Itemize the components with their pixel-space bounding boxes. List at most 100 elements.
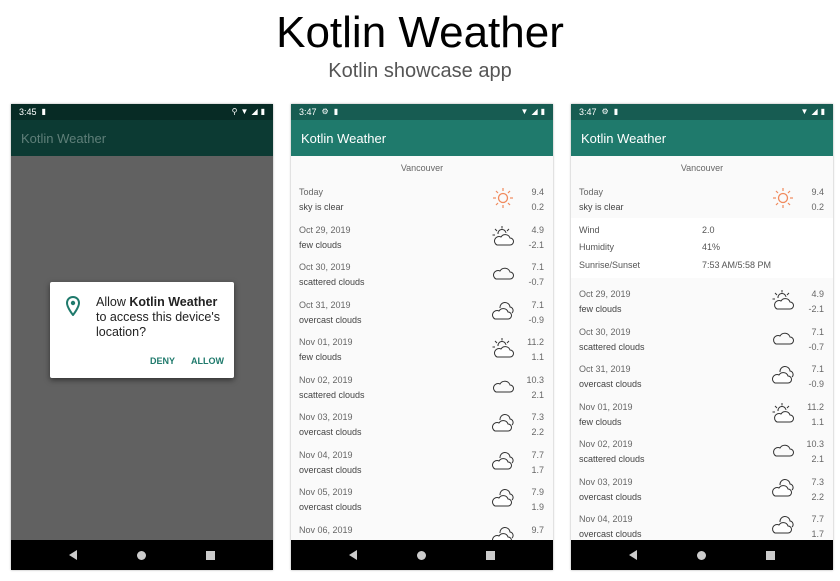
status-bar: 3:47 ⚙ ▮ ▼ ◢ ▮ bbox=[291, 104, 553, 120]
forecast-row[interactable]: Oct 29, 2019 few clouds 4.9 -2.1 bbox=[291, 218, 553, 256]
app-title: Kotlin Weather bbox=[301, 130, 387, 146]
row-min-temp: 2.1 bbox=[811, 454, 824, 464]
row-description: overcast clouds bbox=[579, 379, 642, 389]
row-min-temp: 2.1 bbox=[531, 389, 544, 400]
forecast-row-today[interactable]: Today sky is clear 9.4 0.2 bbox=[571, 180, 833, 218]
back-icon[interactable] bbox=[349, 550, 357, 560]
battery-icon: ▮ bbox=[260, 107, 265, 116]
location-icon: ⚲ bbox=[231, 107, 238, 116]
row-max-temp: 10.3 bbox=[526, 374, 544, 385]
forecast-row[interactable]: Oct 31, 2019 overcast clouds 7.1 -0.9 bbox=[291, 293, 553, 331]
sun-cloud-icon bbox=[491, 337, 515, 359]
deny-button[interactable]: DENY bbox=[150, 356, 175, 366]
status-time: 3:45 bbox=[19, 107, 37, 117]
row-description: scattered clouds bbox=[579, 454, 645, 464]
forecast-row[interactable]: Nov 03, 2019 overcast clouds 7.3 2.2 bbox=[291, 405, 553, 443]
forecast-row[interactable]: Nov 05, 2019 overcast clouds 7.9 1.9 bbox=[291, 480, 553, 518]
sun-cloud-icon bbox=[771, 402, 795, 424]
row-description: scattered clouds bbox=[299, 277, 365, 287]
forecast-row[interactable]: Oct 30, 2019 scattered clouds 7.1 -0.7 bbox=[291, 255, 553, 293]
forecast-row[interactable]: Nov 04, 2019 overcast clouds 7.7 1.7 bbox=[291, 443, 553, 481]
forecast-row[interactable]: Nov 02, 2019 scattered clouds 10.3 2.1 bbox=[571, 432, 833, 470]
row-min-temp: 1.7 bbox=[531, 464, 544, 475]
forecast-row[interactable]: Oct 29, 2019 few clouds 4.9 -2.1 bbox=[571, 282, 833, 320]
allow-button[interactable]: ALLOW bbox=[191, 356, 224, 366]
row-date: Today bbox=[299, 187, 324, 197]
row-max-temp: 7.1 bbox=[531, 262, 544, 272]
row-description: scattered clouds bbox=[579, 341, 645, 352]
row-max-temp: 7.7 bbox=[531, 449, 544, 460]
row-description: overcast clouds bbox=[299, 427, 362, 437]
row-min-temp: -0.9 bbox=[808, 379, 824, 389]
recents-icon[interactable] bbox=[766, 550, 775, 560]
detail-value: 41% bbox=[702, 242, 721, 252]
row-date: Nov 04, 2019 bbox=[579, 514, 633, 524]
row-max-temp: 7.9 bbox=[531, 487, 544, 497]
row-date: Oct 31, 2019 bbox=[579, 364, 631, 374]
overcast-icon bbox=[771, 477, 795, 499]
row-description: few clouds bbox=[579, 304, 622, 314]
forecast-list[interactable]: Vancouver Today sky is clear 9.4 0.2 Oct 29,… bbox=[291, 156, 553, 540]
row-min-temp: 2.2 bbox=[531, 427, 544, 437]
forecast-row[interactable]: Oct 30, 2019 scattered clouds 7.1 -0.7 bbox=[571, 320, 833, 358]
home-icon[interactable] bbox=[417, 550, 426, 560]
row-description: scattered clouds bbox=[299, 389, 365, 400]
forecast-row[interactable]: Nov 01, 2019 few clouds 11.2 1.1 bbox=[291, 330, 553, 368]
detail-row: Wind 2.0 bbox=[571, 222, 833, 240]
nav-bar bbox=[11, 540, 273, 570]
nav-bar bbox=[571, 540, 833, 570]
row-description: overcast clouds bbox=[299, 314, 362, 325]
forecast-row[interactable]: Nov 02, 2019 scattered clouds 10.3 2.1 bbox=[291, 368, 553, 406]
detail-label: Sunrise/Sunset bbox=[579, 259, 641, 270]
dialog-app-name: Kotlin Weather bbox=[129, 295, 218, 309]
phone-permission: 3:45 ▮ ⚲ ▼ ◢ ▮ Kotlin Weather Allow Kotl… bbox=[11, 104, 273, 570]
row-description: few clouds bbox=[299, 239, 342, 250]
sun-cloud-icon bbox=[491, 225, 515, 247]
status-bar: 3:45 ▮ ⚲ ▼ ◢ ▮ bbox=[11, 104, 273, 120]
row-min-temp: 2.2 bbox=[811, 491, 824, 502]
phone-details: 3:47 ⚙ ▮ ▼ ◢ ▮ Kotlin Weather Vancouver … bbox=[571, 104, 833, 570]
home-icon[interactable] bbox=[697, 550, 706, 560]
row-date: Nov 02, 2019 bbox=[299, 374, 353, 385]
recents-icon[interactable] bbox=[206, 550, 215, 560]
city-name: Vancouver bbox=[400, 163, 444, 173]
row-max-temp: 4.9 bbox=[811, 289, 824, 299]
forecast-row[interactable]: Nov 01, 2019 few clouds 11.2 1.1 bbox=[571, 395, 833, 433]
row-min-temp: 1.1 bbox=[811, 416, 824, 427]
back-icon[interactable] bbox=[629, 550, 637, 560]
back-icon[interactable] bbox=[69, 550, 77, 560]
row-max-temp: 9.4 bbox=[531, 187, 544, 197]
row-date: Oct 30, 2019 bbox=[579, 326, 631, 337]
row-min-temp: -2.1 bbox=[808, 304, 824, 314]
app-title: Kotlin Weather bbox=[21, 130, 107, 146]
row-max-temp: 7.3 bbox=[811, 476, 824, 487]
row-max-temp: 11.2 bbox=[527, 337, 544, 347]
row-date: Today bbox=[579, 187, 604, 197]
row-description: overcast clouds bbox=[299, 502, 362, 512]
forecast-row[interactable]: Nov 06, 2019 9.7 bbox=[291, 518, 553, 540]
forecast-row[interactable]: Oct 31, 2019 overcast clouds 7.1 -0.9 bbox=[571, 357, 833, 395]
status-time: 3:47 bbox=[299, 107, 317, 117]
row-description: sky is clear bbox=[579, 202, 624, 212]
app-bar: Kotlin Weather bbox=[291, 120, 553, 156]
row-date: Nov 02, 2019 bbox=[579, 439, 633, 449]
cloud-icon bbox=[491, 375, 515, 397]
forecast-list[interactable]: Vancouver Today sky is clear 9.4 0.2 Win… bbox=[571, 156, 833, 540]
phone-forecast: 3:47 ⚙ ▮ ▼ ◢ ▮ Kotlin Weather Vancouver … bbox=[291, 104, 553, 570]
row-max-temp: 7.1 bbox=[811, 326, 824, 337]
gear-icon: ⚙ bbox=[601, 107, 609, 116]
app-bar: Kotlin Weather bbox=[571, 120, 833, 156]
forecast-row[interactable]: Nov 04, 2019 overcast clouds 7.7 1.7 bbox=[571, 507, 833, 540]
home-icon[interactable] bbox=[137, 550, 146, 560]
forecast-row[interactable]: Today sky is clear 9.4 0.2 bbox=[291, 180, 553, 218]
row-date: Nov 01, 2019 bbox=[299, 337, 353, 347]
overcast-icon bbox=[771, 514, 795, 536]
city-name: Vancouver bbox=[680, 163, 724, 173]
dialog-text-prefix: Allow bbox=[96, 295, 130, 309]
details-panel: Wind 2.0 Humidity 41% Sunrise/Sunset 7:53 AM/… bbox=[571, 217, 833, 278]
row-max-temp: 7.1 bbox=[531, 299, 544, 310]
app-bar: Kotlin Weather bbox=[11, 120, 273, 156]
forecast-row[interactable]: Nov 03, 2019 overcast clouds 7.3 2.2 bbox=[571, 470, 833, 508]
recents-icon[interactable] bbox=[486, 550, 495, 560]
battery-icon: ▮ bbox=[540, 107, 545, 116]
